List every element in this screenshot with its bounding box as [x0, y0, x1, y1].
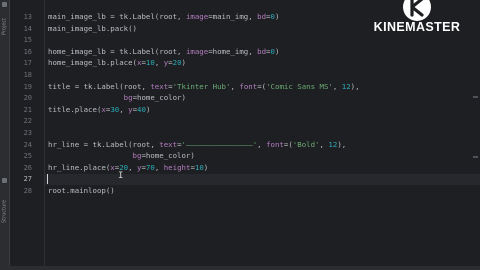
- code-token: ,: [257, 139, 267, 149]
- code-line[interactable]: hr_line = tk.Label(root, text='—————————…: [48, 140, 346, 150]
- status-bar: [0, 266, 480, 270]
- scrollbar-marker[interactable]: [473, 96, 478, 98]
- kinemaster-wordmark: KINEMASTER: [373, 20, 461, 34]
- code-token: hr_line.place(: [48, 162, 111, 172]
- code-line[interactable]: main_image_lb = tk.Label(root, image=mai…: [48, 12, 279, 22]
- line-number: 13: [23, 13, 32, 21]
- code-line[interactable]: title = tk.Label(root, text='Tkinter Hub…: [48, 82, 360, 92]
- code-token: bg: [123, 93, 133, 103]
- code-token: ),: [337, 139, 347, 149]
- code-token: text: [150, 81, 169, 91]
- code-token: ,: [332, 81, 342, 91]
- code-token: font: [239, 81, 258, 91]
- line-number: 21: [23, 105, 32, 114]
- line-number: 26: [23, 163, 32, 172]
- kinemaster-watermark: KINEMASTER: [362, 0, 472, 44]
- code-token: ),: [350, 81, 360, 91]
- folder-icon[interactable]: [2, 2, 7, 7]
- code-token: font: [266, 139, 284, 149]
- kinemaster-logo-icon: [403, 0, 431, 21]
- code-line[interactable]: main_image_lb.pack(): [48, 24, 137, 34]
- code-token: image: [185, 46, 209, 56]
- code-token: =home_color): [132, 93, 186, 103]
- code-token: ): [203, 162, 209, 172]
- code-token: =home_img,: [208, 46, 258, 56]
- line-number: 28: [23, 187, 32, 195]
- current-line-highlight: [45, 173, 480, 185]
- line-number: 18: [23, 71, 32, 79]
- code-token: 12: [341, 81, 351, 91]
- code-token: 10: [194, 162, 204, 172]
- code-token: '———————————————': [181, 139, 258, 149]
- code-line[interactable]: home_image_lb.place(x=10, y=20): [48, 58, 186, 68]
- line-number: 16: [23, 47, 32, 56]
- code-line[interactable]: root.mainloop(): [48, 186, 115, 196]
- code-token: =home_color): [141, 151, 195, 161]
- code-token: height: [163, 162, 191, 172]
- code-token: ): [145, 104, 151, 114]
- line-number: 23: [23, 129, 32, 137]
- code-token: 30: [110, 104, 120, 114]
- code-token: 20: [172, 58, 182, 68]
- code-token: hr_line = tk.Label(root,: [48, 139, 160, 149]
- code-line[interactable]: home_image_lb = tk.Label(root, image=hom…: [48, 47, 279, 57]
- code-token: home_image_lb.place(: [48, 58, 137, 68]
- code-line[interactable]: bg=home_color): [48, 93, 186, 103]
- line-number: 14: [23, 24, 32, 33]
- code-token: home_image_lb = tk.Label(root,: [48, 46, 186, 56]
- code-line[interactable]: hr_line.place(x=20, y=70, height=10): [48, 163, 208, 173]
- code-token: ,: [119, 104, 129, 114]
- code-token: main_image_lb.pack(): [48, 23, 137, 33]
- scrollbar-marker[interactable]: [473, 156, 478, 158]
- code-line[interactable]: bg=home_color): [48, 151, 195, 161]
- code-token: ): [274, 12, 280, 21]
- code-token: 70: [145, 162, 155, 172]
- code-token: text: [159, 139, 178, 149]
- line-number: 19: [23, 82, 32, 91]
- line-number: 24: [23, 140, 32, 149]
- side-tool-strip: Project Structure: [0, 0, 10, 270]
- code-token: ,: [128, 162, 138, 172]
- code-token: ): [274, 46, 280, 56]
- code-token: title = tk.Label(root,: [48, 81, 151, 91]
- line-number: 15: [23, 36, 32, 45]
- code-token: root.mainloop(): [48, 186, 115, 195]
- code-token: 10: [145, 58, 155, 68]
- code-token: 'Bold': [292, 139, 320, 149]
- line-number: 27: [23, 175, 32, 184]
- structure-icon[interactable]: [2, 178, 7, 183]
- code-token: title.place(: [48, 104, 102, 114]
- code-token: main_image_lb = tk.Label(root,: [48, 12, 186, 21]
- code-token: bd: [257, 12, 267, 21]
- line-number: 20: [23, 94, 32, 103]
- code-token: =(: [257, 81, 267, 91]
- line-number: 22: [23, 117, 32, 126]
- line-number: 25: [23, 152, 32, 161]
- code-token: ): [181, 58, 186, 68]
- line-number: 17: [23, 59, 32, 68]
- code-token: 'Tkinter Hub': [172, 81, 231, 91]
- ibeam-cursor-icon: I: [118, 171, 124, 182]
- code-token: =(: [283, 139, 293, 149]
- code-token: 'Comic Sans MS': [266, 81, 333, 91]
- code-token: =main_img,: [208, 12, 258, 21]
- code-token: ,: [154, 162, 164, 172]
- code-token: bd: [257, 46, 267, 56]
- code-token: ,: [154, 58, 164, 68]
- text-caret: [47, 174, 48, 185]
- code-token: 12: [328, 139, 338, 149]
- code-token: image: [185, 12, 209, 21]
- tab-structure[interactable]: Structure: [0, 186, 9, 236]
- code-token: 40: [137, 104, 146, 114]
- tab-project[interactable]: Project: [0, 9, 9, 43]
- code-line[interactable]: title.place(x=30, y=40): [48, 105, 150, 115]
